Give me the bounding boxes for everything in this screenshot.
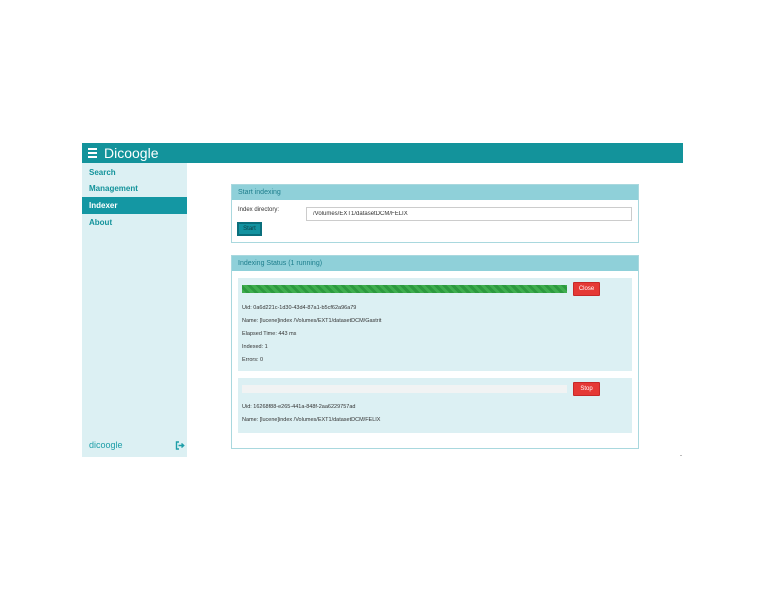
stop-task-button[interactable]: Stop bbox=[573, 382, 600, 396]
task-progress-fill bbox=[242, 285, 567, 293]
index-directory-label: Index directory: bbox=[238, 207, 280, 213]
sidebar-item-search[interactable]: Search bbox=[82, 164, 187, 181]
app-title[interactable]: Dicoogle bbox=[104, 144, 158, 162]
hamburger-menu-icon[interactable] bbox=[88, 148, 97, 158]
close-task-button[interactable]: Close bbox=[573, 282, 600, 296]
task-elapsed-time: Elapsed Time: 443 ms bbox=[242, 331, 297, 337]
sidebar-item-management[interactable]: Management bbox=[82, 180, 187, 197]
dicoogle-app: Dicoogle Search Management Indexer About… bbox=[82, 143, 683, 458]
task-progress-bar bbox=[242, 285, 567, 293]
logout-icon[interactable] bbox=[175, 441, 185, 450]
indexing-status-panel: Indexing Status (1 running) Close Uid: 0… bbox=[231, 255, 639, 449]
task-progress-bar bbox=[242, 385, 567, 393]
task-name: Name: [lucene]index /Volumes/EXT1/datase… bbox=[242, 318, 382, 324]
sidebar: Search Management Indexer About dicoogle bbox=[82, 163, 187, 457]
indexing-task-card: Close Uid: 0a6d221c-1d30-43d4-87a1-b5cf6… bbox=[238, 278, 632, 371]
task-indexed-count: Indexed: 1 bbox=[242, 344, 268, 350]
start-indexing-panel: Start indexing Index directory: Start bbox=[231, 184, 639, 243]
footer-mark bbox=[680, 455, 682, 456]
indexing-status-heading: Indexing Status (1 running) bbox=[232, 256, 638, 271]
start-indexing-heading: Start indexing bbox=[232, 185, 638, 200]
task-uid: Uid: 16268f88-e265-441a-848f-2aa6229757a… bbox=[242, 404, 356, 410]
start-button[interactable]: Start bbox=[237, 222, 262, 236]
sidebar-item-indexer[interactable]: Indexer bbox=[82, 197, 187, 214]
task-name: Name: [lucene]index /Volumes/EXT1/datase… bbox=[242, 417, 381, 423]
top-navbar: Dicoogle bbox=[82, 143, 683, 163]
indexing-task-card: Stop Uid: 16268f88-e265-441a-848f-2aa622… bbox=[238, 378, 632, 433]
sidebar-item-about[interactable]: About bbox=[82, 214, 187, 231]
index-directory-input[interactable] bbox=[306, 207, 632, 221]
task-uid: Uid: 0a6d221c-1d30-43d4-87a1-b5cf62a96a7… bbox=[242, 305, 357, 311]
task-errors-count: Errors: 0 bbox=[242, 357, 264, 363]
sidebar-footer-logo: dicoogle bbox=[89, 440, 123, 450]
